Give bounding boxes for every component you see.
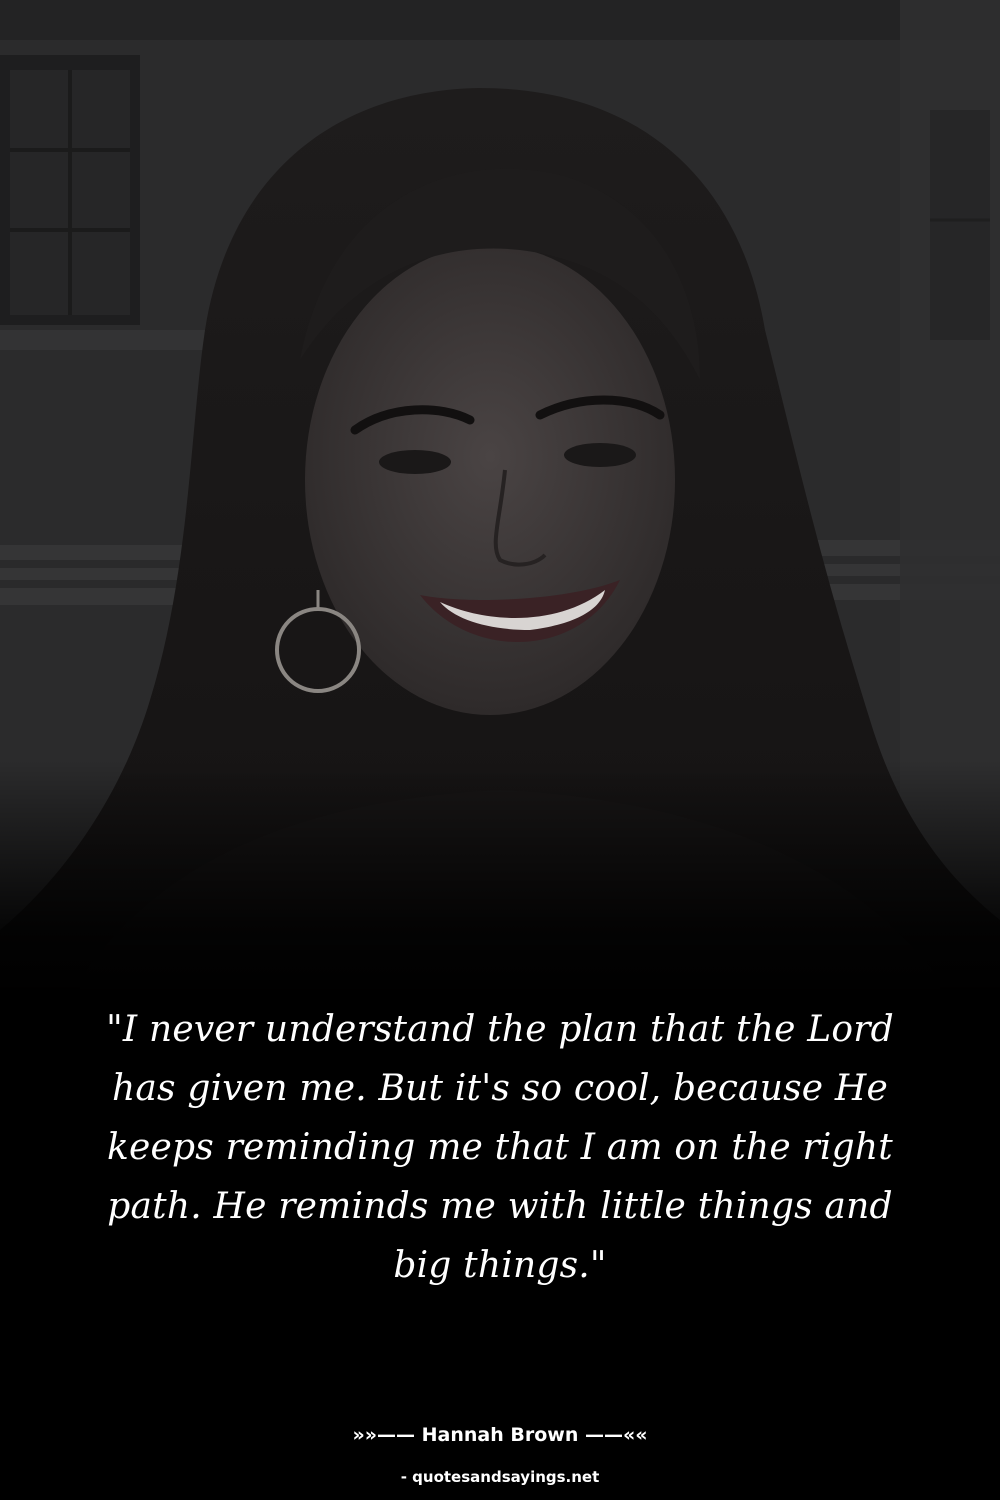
quote-card: "I never understand the plan that the Lo… — [0, 0, 1000, 1500]
source-watermark: - quotesandsayings.net — [400, 1468, 600, 1486]
right-eye — [564, 443, 636, 467]
quote-text: "I never understand the plan that the Lo… — [106, 1009, 894, 1286]
author-attribution: »»—— Hannah Brown ——«« — [352, 1424, 648, 1446]
image-fade — [0, 760, 1000, 1000]
left-eye — [379, 450, 451, 474]
left-window — [0, 55, 140, 325]
